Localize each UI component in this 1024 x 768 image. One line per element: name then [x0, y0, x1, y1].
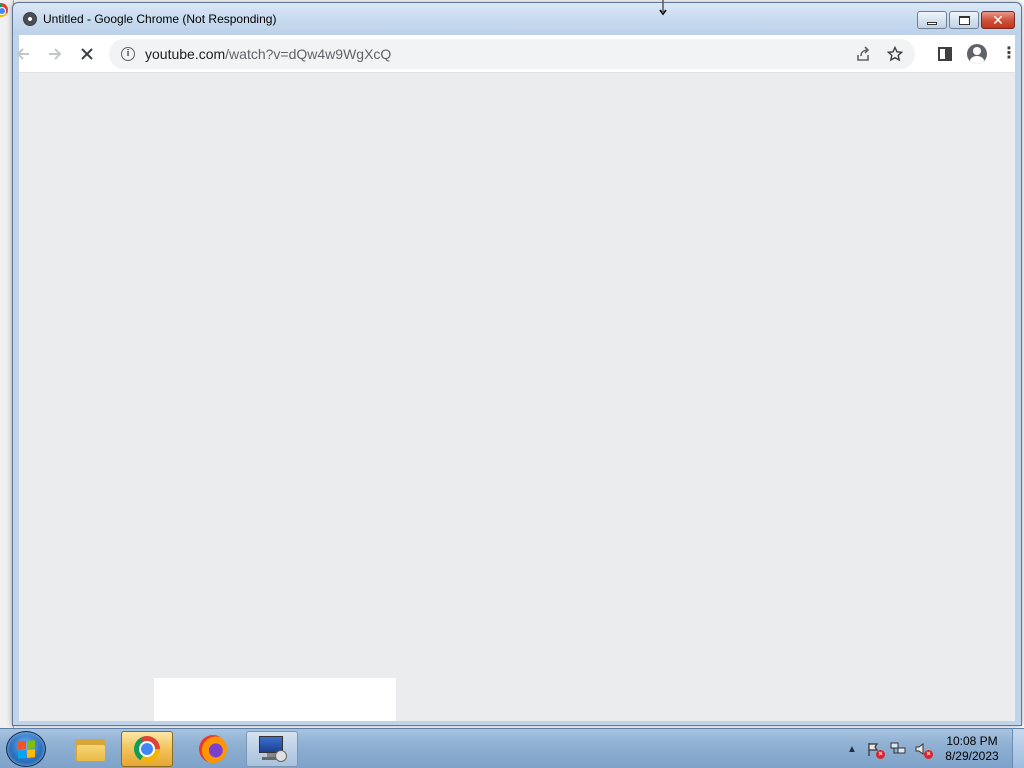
star-icon: [887, 46, 903, 62]
window-title: Untitled - Google Chrome (Not Responding…: [43, 12, 277, 26]
minimize-button[interactable]: [917, 11, 947, 29]
kebab-menu-icon: ⋮: [1001, 45, 1017, 62]
info-icon[interactable]: i: [121, 47, 135, 61]
error-badge-icon: ×: [876, 750, 885, 759]
globe-icon: [23, 12, 37, 26]
network-button[interactable]: [890, 741, 906, 757]
share-button[interactable]: [853, 44, 873, 64]
profile-icon: [967, 44, 987, 64]
address-bar[interactable]: i youtube.com/watch?v=dQw4w9WgXcQ: [109, 39, 915, 69]
url-path: /watch?v=dQw4w9WgXcQ: [225, 46, 392, 62]
taskbar-remote-desktop[interactable]: [246, 731, 298, 767]
close-icon: ✕: [992, 12, 1004, 28]
system-tray: ▲ × × 10:08 PM 8/29/2023: [838, 729, 1024, 768]
arrow-right-icon: [49, 48, 62, 60]
clock-date: 8/29/2023: [945, 749, 999, 763]
chrome-logo-icon: [134, 736, 160, 762]
side-panel-button[interactable]: [935, 44, 955, 64]
close-icon: [81, 48, 93, 60]
remote-desktop-icon: [257, 736, 287, 762]
minimize-icon: [927, 21, 937, 25]
bookmark-button[interactable]: [885, 44, 905, 64]
taskbar-clock[interactable]: 10:08 PM 8/29/2023: [942, 734, 1002, 764]
start-button[interactable]: [6, 731, 46, 767]
title-bar[interactable]: Untitled - Google Chrome (Not Responding…: [13, 3, 1021, 35]
chrome-logo-icon: [0, 3, 8, 17]
action-center-button[interactable]: ×: [866, 741, 885, 759]
folder-icon: [75, 737, 105, 761]
maximize-button[interactable]: [949, 11, 979, 29]
show-desktop-button[interactable]: [1012, 729, 1024, 768]
volume-button[interactable]: ×: [914, 741, 933, 759]
forward-button[interactable]: [45, 44, 65, 64]
taskbar-firefox[interactable]: [187, 731, 239, 767]
url-host: youtube.com: [145, 46, 226, 62]
browser-toolbar: i youtube.com/watch?v=dQw4w9WgXcQ ⋮: [16, 35, 1017, 73]
mute-badge-icon: ×: [924, 750, 933, 759]
taskbar-windows-explorer[interactable]: [64, 731, 116, 767]
close-window-button[interactable]: ✕: [981, 11, 1015, 29]
chrome-menu-button[interactable]: ⋮: [999, 44, 1019, 64]
stop-loading-button[interactable]: [77, 44, 97, 64]
profile-button[interactable]: [967, 44, 987, 64]
taskbar: ▲ × × 10:08 PM 8/29/2023: [0, 728, 1024, 768]
windows-logo-icon: [17, 739, 35, 759]
chevron-up-icon: ▲: [847, 743, 857, 755]
clock-time: 10:08 PM: [946, 734, 998, 748]
show-hidden-icons-button[interactable]: ▲: [844, 741, 860, 757]
page-content[interactable]: [19, 73, 1015, 721]
restore-icon: [958, 15, 970, 25]
mouse-cursor-icon: [659, 0, 667, 16]
taskbar-google-chrome[interactable]: [121, 731, 173, 767]
share-icon: [857, 46, 870, 61]
url-text[interactable]: youtube.com/watch?v=dQw4w9WgXcQ: [145, 46, 391, 62]
side-panel-icon: [938, 47, 952, 61]
network-icon: [890, 742, 906, 754]
chrome-window: Untitled - Google Chrome (Not Responding…: [12, 2, 1022, 726]
firefox-logo-icon: [199, 735, 227, 763]
blank-page-element: [154, 678, 396, 721]
back-button[interactable]: [13, 44, 33, 64]
arrow-left-icon: [16, 48, 29, 60]
